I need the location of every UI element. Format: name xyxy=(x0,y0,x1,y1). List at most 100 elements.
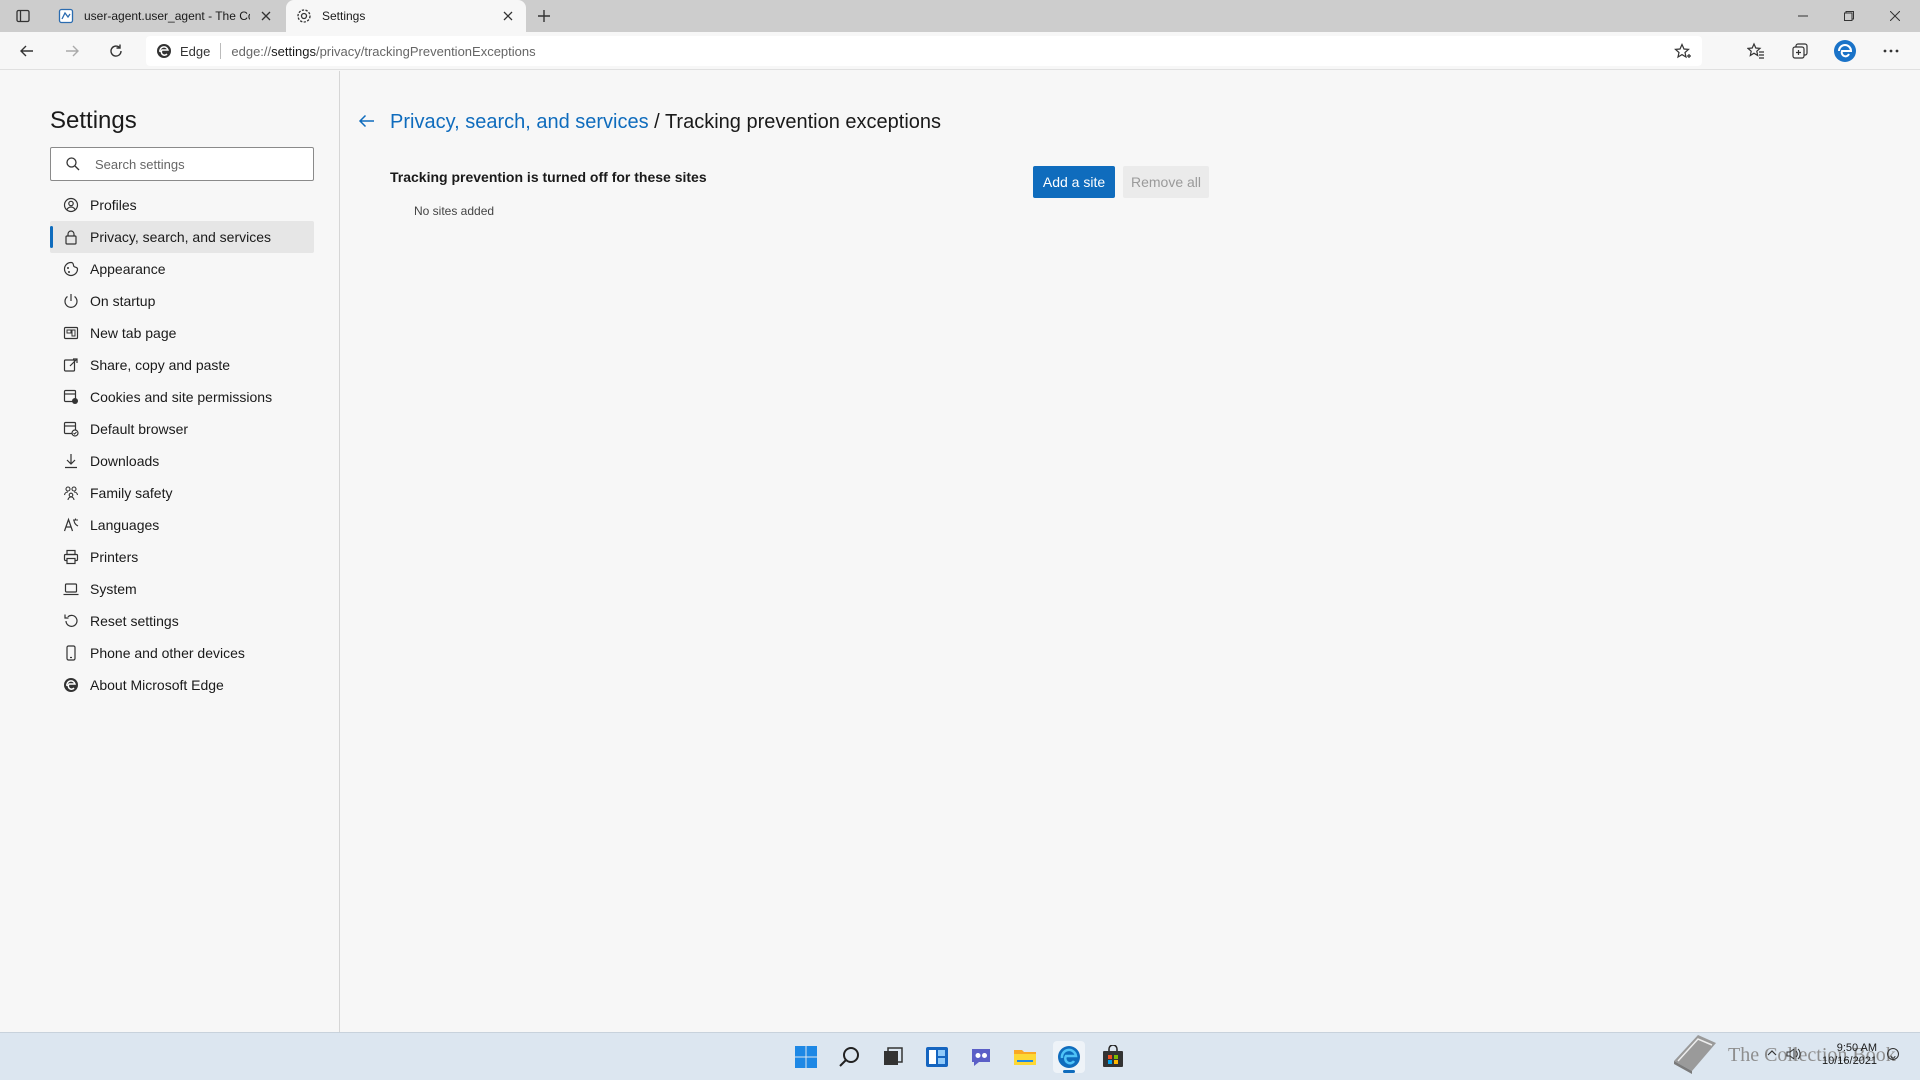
remove-all-button[interactable]: Remove all xyxy=(1123,166,1209,198)
sidebar-item-label: Downloads xyxy=(90,453,160,469)
add-site-button[interactable]: Add a site xyxy=(1033,166,1115,198)
back-icon[interactable] xyxy=(13,38,41,64)
sidebar-title: Settings xyxy=(50,107,137,134)
tray-chevron-icon[interactable] xyxy=(1766,1047,1778,1062)
close-window-icon[interactable] xyxy=(1872,0,1918,32)
sidebar-item-printers[interactable]: Printers xyxy=(50,541,314,573)
settings-sidebar: Settings Profiles Privacy, search, and s… xyxy=(0,71,340,1032)
tab-title: Settings xyxy=(322,9,366,23)
cookies-icon xyxy=(62,388,80,406)
sidebar-item-label: On startup xyxy=(90,293,156,309)
sidebar-item-label: Appearance xyxy=(90,261,166,277)
book-icon xyxy=(1668,1031,1720,1080)
teams-chat-icon[interactable] xyxy=(965,1041,997,1073)
edge-taskbar-icon[interactable] xyxy=(1053,1041,1085,1073)
sidebar-item-share-copy-paste[interactable]: Share, copy and paste xyxy=(50,349,314,381)
clock-time: 9:50 AM xyxy=(1836,1042,1878,1054)
tab-strip: user-agent.user_agent - The Coll Setting… xyxy=(0,0,1920,32)
refresh-icon[interactable] xyxy=(102,38,130,64)
sidebar-item-label: Profiles xyxy=(90,197,137,213)
sidebar-item-label: Default browser xyxy=(90,421,189,437)
address-bar[interactable]: Edge edge://settings/privacy/trackingPre… xyxy=(146,36,1702,66)
task-view-icon[interactable] xyxy=(877,1041,909,1073)
search-icon[interactable] xyxy=(834,1041,866,1073)
search-icon xyxy=(65,156,81,172)
sidebar-item-label: Phone and other devices xyxy=(90,645,245,661)
printer-icon xyxy=(62,548,80,566)
breadcrumb-separator: / xyxy=(648,111,665,133)
sidebar-item-label: Family safety xyxy=(90,485,173,501)
sidebar-item-privacy[interactable]: Privacy, search, and services xyxy=(50,221,314,253)
sidebar-item-label: About Microsoft Edge xyxy=(90,677,224,693)
edge-icon xyxy=(62,676,80,694)
volume-icon[interactable] xyxy=(1786,1047,1802,1064)
sidebar-item-reset-settings[interactable]: Reset settings xyxy=(50,605,314,637)
sidebar-item-about-edge[interactable]: About Microsoft Edge xyxy=(50,669,314,701)
close-tab-icon[interactable] xyxy=(258,8,274,24)
settings-nav: Profiles Privacy, search, and services A… xyxy=(50,189,314,701)
sidebar-item-phone-devices[interactable]: Phone and other devices xyxy=(50,637,314,669)
sidebar-item-label: Reset settings xyxy=(90,613,179,629)
page-title: Tracking prevention exceptions xyxy=(664,111,942,133)
sidebar-item-label: System xyxy=(90,581,137,597)
sidebar-item-on-startup[interactable]: On startup xyxy=(50,285,314,317)
sidebar-item-family-safety[interactable]: Family safety xyxy=(50,477,314,509)
gear-icon xyxy=(296,8,312,24)
add-favorite-icon[interactable] xyxy=(1674,43,1692,61)
sidebar-item-label: New tab page xyxy=(90,325,177,341)
tab-title: user-agent.user_agent - The Coll xyxy=(84,9,250,23)
browser-toolbar: Edge edge://settings/privacy/trackingPre… xyxy=(0,32,1920,70)
tab-actions-icon[interactable] xyxy=(12,6,34,26)
tab-settings[interactable]: Settings xyxy=(286,0,526,32)
lock-icon xyxy=(62,228,80,246)
family-icon xyxy=(62,484,80,502)
default-browser-icon xyxy=(62,420,80,438)
clock[interactable]: 9:50 AM 10/16/2021 xyxy=(1822,1042,1877,1068)
more-options-icon[interactable] xyxy=(1877,38,1905,64)
appearance-icon xyxy=(62,260,80,278)
power-icon xyxy=(62,292,80,310)
back-arrow-icon[interactable] xyxy=(357,111,377,131)
maximize-icon[interactable] xyxy=(1826,0,1872,32)
sidebar-item-label: Cookies and site permissions xyxy=(90,389,273,405)
sidebar-item-downloads[interactable]: Downloads xyxy=(50,445,314,477)
sidebar-item-system[interactable]: System xyxy=(50,573,314,605)
phone-icon xyxy=(62,644,80,662)
store-icon[interactable] xyxy=(1097,1041,1129,1073)
url-text: edge://settings/privacy/trackingPreventi… xyxy=(231,43,536,59)
sidebar-item-default-browser[interactable]: Default browser xyxy=(50,413,314,445)
tab-user-agent[interactable]: user-agent.user_agent - The Coll xyxy=(48,0,284,32)
reset-icon xyxy=(62,612,80,630)
empty-state-text: No sites added xyxy=(414,204,495,218)
collections-icon[interactable] xyxy=(1786,38,1814,64)
sidebar-item-appearance[interactable]: Appearance xyxy=(50,253,314,285)
sidebar-item-new-tab-page[interactable]: New tab page xyxy=(50,317,314,349)
minimize-icon[interactable] xyxy=(1780,0,1826,32)
sidebar-item-label: Share, copy and paste xyxy=(90,357,231,373)
settings-main: Privacy, search, and services / Tracking… xyxy=(341,71,1920,1032)
sidebar-item-profiles[interactable]: Profiles xyxy=(50,189,314,221)
start-icon[interactable] xyxy=(790,1041,822,1073)
sidebar-item-label: Languages xyxy=(90,517,160,533)
section-title: Tracking prevention is turned off for th… xyxy=(390,169,707,185)
forward-icon[interactable] xyxy=(58,38,86,64)
file-explorer-icon[interactable] xyxy=(1009,1041,1041,1073)
sidebar-item-cookies[interactable]: Cookies and site permissions xyxy=(50,381,314,413)
close-tab-icon[interactable] xyxy=(500,8,516,24)
new-tab-button[interactable] xyxy=(533,6,555,26)
favorites-icon[interactable] xyxy=(1742,38,1770,64)
breadcrumb-parent-link[interactable]: Privacy, search, and services xyxy=(390,111,649,133)
sidebar-item-languages[interactable]: Languages xyxy=(50,509,314,541)
sidebar-item-label: Privacy, search, and services xyxy=(90,229,272,245)
search-box[interactable] xyxy=(50,147,314,181)
search-input[interactable] xyxy=(95,156,295,172)
address-divider xyxy=(220,43,222,59)
profile-icon xyxy=(62,196,80,214)
languages-icon xyxy=(62,516,80,534)
download-icon xyxy=(62,452,80,470)
widgets-icon[interactable] xyxy=(921,1041,953,1073)
edge-icon xyxy=(156,43,172,59)
profile-avatar-icon[interactable] xyxy=(1831,38,1859,64)
laptop-icon xyxy=(62,580,80,598)
notifications-icon[interactable] xyxy=(1886,1047,1900,1064)
